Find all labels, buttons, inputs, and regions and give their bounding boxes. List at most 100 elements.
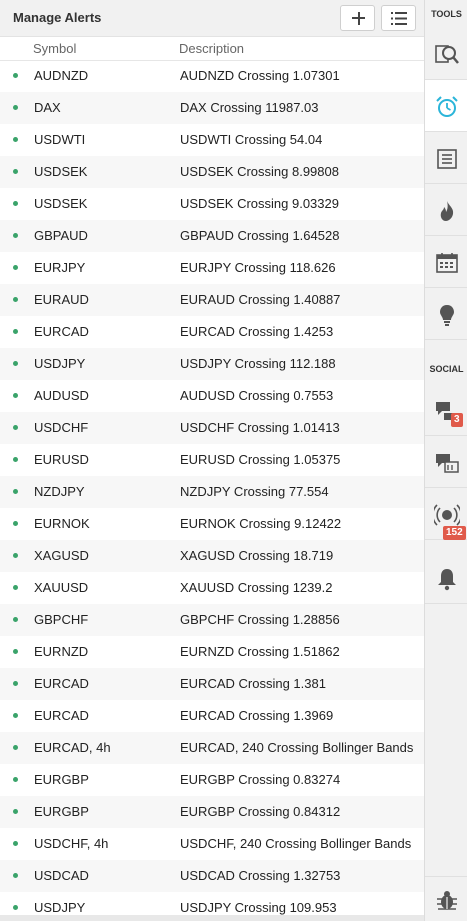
alert-symbol: USDJPY	[34, 356, 86, 371]
active-status-dot-icon	[13, 233, 18, 238]
alert-row[interactable]: DAX DAX Crossing 11987.03	[0, 92, 424, 124]
active-status-dot-icon	[13, 425, 18, 430]
alert-row[interactable]: EURGBP EURGBP Crossing 0.84312	[0, 796, 424, 828]
sidebar-item-calendar[interactable]	[425, 236, 467, 288]
alert-description: EURCAD Crossing 1.3969	[180, 708, 334, 723]
alert-description: EURNOK Crossing 9.12422	[180, 516, 342, 531]
sidebar-item-chats[interactable]: 3	[425, 384, 467, 436]
add-alert-button[interactable]	[340, 5, 375, 31]
sidebar-item-alerts[interactable]	[425, 80, 467, 132]
private-chat-icon	[436, 454, 459, 473]
active-status-dot-icon	[13, 297, 18, 302]
alert-row[interactable]: NZDJPY NZDJPY Crossing 77.554	[0, 476, 424, 508]
alert-row[interactable]: AUDUSD AUDUSD Crossing 0.7553	[0, 380, 424, 412]
alert-description: USDJPY Crossing 109.953	[180, 900, 337, 915]
alert-row[interactable]: GBPCHF GBPCHF Crossing 1.28856	[0, 604, 424, 636]
active-status-dot-icon	[13, 521, 18, 526]
alerts-list: AUDNZD AUDNZD Crossing 1.07301 DAX DAX Cros…	[0, 60, 424, 921]
column-header-description[interactable]: Description	[179, 41, 244, 56]
sidebar-item-watchlist[interactable]	[425, 132, 467, 184]
search-icon	[435, 45, 459, 64]
alert-description: USDWTI Crossing 54.04	[180, 132, 323, 147]
alert-symbol: EURCAD	[34, 324, 89, 339]
alert-description: EURNZD Crossing 1.51862	[180, 644, 340, 659]
alert-row[interactable]: EURUSD EURUSD Crossing 1.05375	[0, 444, 424, 476]
alert-description: AUDNZD Crossing 1.07301	[180, 68, 340, 83]
alert-description: GBPCHF Crossing 1.28856	[180, 612, 340, 627]
sidebar-item-private-chats[interactable]	[425, 436, 467, 488]
active-status-dot-icon	[13, 489, 18, 494]
alert-row[interactable]: USDSEK USDSEK Crossing 8.99808	[0, 156, 424, 188]
alert-description: EURCAD Crossing 1.381	[180, 676, 326, 691]
alert-description: USDCHF Crossing 1.01413	[180, 420, 340, 435]
active-status-dot-icon	[13, 681, 18, 686]
active-status-dot-icon	[13, 169, 18, 174]
manage-alerts-panel: Manage Alerts Symbol Description AUDNZD A…	[0, 0, 424, 921]
alert-symbol: EURUSD	[34, 452, 89, 467]
alert-symbol: EURGBP	[34, 772, 89, 787]
alert-symbol: EURCAD	[34, 676, 89, 691]
alert-row[interactable]: USDCHF, 4h USDCHF, 240 Crossing Bollinger…	[0, 828, 424, 860]
alert-symbol: GBPAUD	[34, 228, 88, 243]
alert-row[interactable]: USDSEK USDSEK Crossing 9.03329	[0, 188, 424, 220]
alert-row[interactable]: EURGBP EURGBP Crossing 0.83274	[0, 764, 424, 796]
alert-row[interactable]: EURCAD, 4h EURCAD, 240 Crossing Bollinger…	[0, 732, 424, 764]
active-status-dot-icon	[13, 457, 18, 462]
panel-header: Manage Alerts	[0, 0, 424, 37]
sidebar-item-hotlists[interactable]	[425, 184, 467, 236]
active-status-dot-icon	[13, 841, 18, 846]
alert-description: EURCAD, 240 Crossing Bollinger Bands	[180, 740, 414, 755]
alerts-menu-button[interactable]	[381, 5, 416, 31]
alert-description: EURGBP Crossing 0.84312	[180, 804, 341, 819]
alert-symbol: USDCHF, 4h	[34, 836, 109, 851]
alarm-clock-icon	[436, 96, 458, 117]
bug-icon	[437, 891, 457, 910]
active-status-dot-icon	[13, 201, 18, 206]
alert-row[interactable]: USDJPY USDJPY Crossing 112.188	[0, 348, 424, 380]
sidebar-item-search[interactable]	[425, 28, 467, 80]
alert-symbol: DAX	[34, 100, 61, 115]
alert-row[interactable]: EURCAD EURCAD Crossing 1.3969	[0, 700, 424, 732]
alert-description: USDSEK Crossing 8.99808	[180, 164, 339, 179]
alert-row[interactable]: XAUUSD XAUUSD Crossing 1239.2	[0, 572, 424, 604]
alert-row[interactable]: AUDNZD AUDNZD Crossing 1.07301	[0, 60, 424, 92]
alert-symbol: NZDJPY	[34, 484, 85, 499]
sidebar-item-ideas[interactable]	[425, 288, 467, 340]
alert-symbol: XAUUSD	[34, 580, 89, 595]
alert-row[interactable]: EURCAD EURCAD Crossing 1.381	[0, 668, 424, 700]
bell-icon	[438, 569, 456, 591]
alert-symbol: EURNOK	[34, 516, 90, 531]
alert-row[interactable]: GBPAUD GBPAUD Crossing 1.64528	[0, 220, 424, 252]
alert-symbol: USDJPY	[34, 900, 86, 915]
broadcast-icon	[434, 504, 460, 526]
alert-symbol: EURJPY	[34, 260, 86, 275]
sidebar-item-notifications[interactable]	[425, 552, 467, 604]
alert-row[interactable]: USDWTI USDWTI Crossing 54.04	[0, 124, 424, 156]
alert-symbol: USDSEK	[34, 164, 88, 179]
alert-row[interactable]: XAGUSD XAGUSD Crossing 18.719	[0, 540, 424, 572]
horizontal-scrollbar[interactable]	[0, 915, 424, 921]
flame-icon	[440, 201, 454, 221]
column-header-symbol[interactable]: Symbol	[33, 41, 76, 56]
alert-row[interactable]: EURCAD EURCAD Crossing 1.4253	[0, 316, 424, 348]
alert-description: EURAUD Crossing 1.40887	[180, 292, 341, 307]
alert-row[interactable]: EURAUD EURAUD Crossing 1.40887	[0, 284, 424, 316]
alert-symbol: USDWTI	[34, 132, 86, 147]
chats-count-badge: 3	[451, 413, 463, 427]
alert-description: NZDJPY Crossing 77.554	[180, 484, 329, 499]
alert-description: EURGBP Crossing 0.83274	[180, 772, 341, 787]
alert-row[interactable]: EURJPY EURJPY Crossing 118.626	[0, 252, 424, 284]
alert-row[interactable]: EURNOK EURNOK Crossing 9.12422	[0, 508, 424, 540]
sidebar-item-streams[interactable]: 152	[425, 488, 467, 540]
active-status-dot-icon	[13, 361, 18, 366]
active-status-dot-icon	[13, 265, 18, 270]
column-header-row: Symbol Description	[0, 37, 424, 61]
alert-row[interactable]: EURNZD EURNZD Crossing 1.51862	[0, 636, 424, 668]
sidebar-item-report-bug[interactable]	[425, 876, 467, 921]
alert-row[interactable]: USDCHF USDCHF Crossing 1.01413	[0, 412, 424, 444]
active-status-dot-icon	[13, 713, 18, 718]
alert-description: EURJPY Crossing 118.626	[180, 260, 336, 275]
alert-row[interactable]: USDCAD USDCAD Crossing 1.32753	[0, 860, 424, 892]
active-status-dot-icon	[13, 553, 18, 558]
alert-symbol: AUDUSD	[34, 388, 89, 403]
